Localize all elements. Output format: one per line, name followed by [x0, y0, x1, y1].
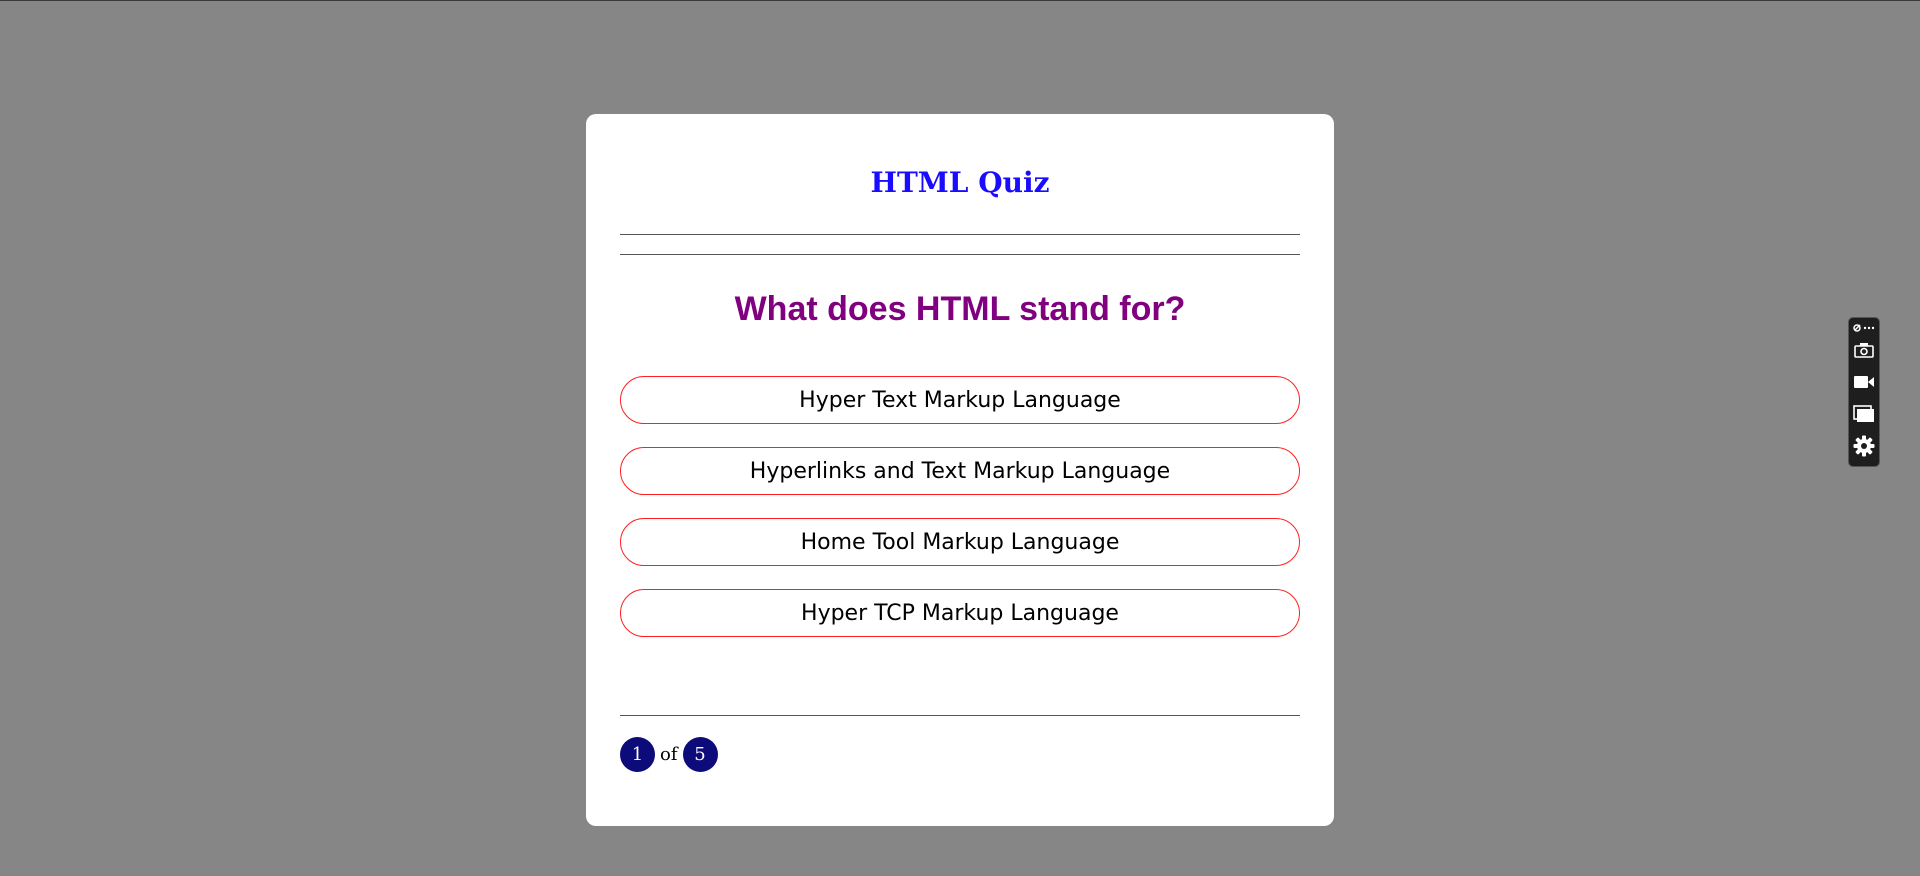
link-more-icon[interactable]	[1851, 322, 1877, 334]
title-divider-bottom	[620, 254, 1300, 255]
quiz-card: HTML Quiz What does HTML stand for? Hype…	[586, 114, 1334, 826]
answer-option-2[interactable]: Hyperlinks and Text Markup Language	[620, 447, 1300, 495]
windows-icon[interactable]	[1850, 398, 1878, 430]
current-question-badge: 1	[620, 737, 655, 772]
capture-toolbar	[1848, 317, 1880, 467]
camera-icon[interactable]	[1850, 334, 1878, 366]
answer-option-3[interactable]: Home Tool Markup Language	[620, 518, 1300, 566]
footer-divider	[620, 715, 1300, 716]
answer-option-4[interactable]: Hyper TCP Markup Language	[620, 589, 1300, 637]
title-divider-top	[620, 234, 1300, 235]
answer-option-1[interactable]: Hyper Text Markup Language	[620, 376, 1300, 424]
question-text: What does HTML stand for?	[734, 290, 1186, 328]
question-progress: 1 of 5	[620, 737, 718, 772]
progress-of-label: of	[660, 744, 678, 765]
total-questions-badge: 5	[682, 737, 718, 772]
gear-icon[interactable]	[1850, 430, 1878, 462]
quiz-title: HTML Quiz	[870, 166, 1050, 199]
video-camera-icon[interactable]	[1850, 366, 1878, 398]
